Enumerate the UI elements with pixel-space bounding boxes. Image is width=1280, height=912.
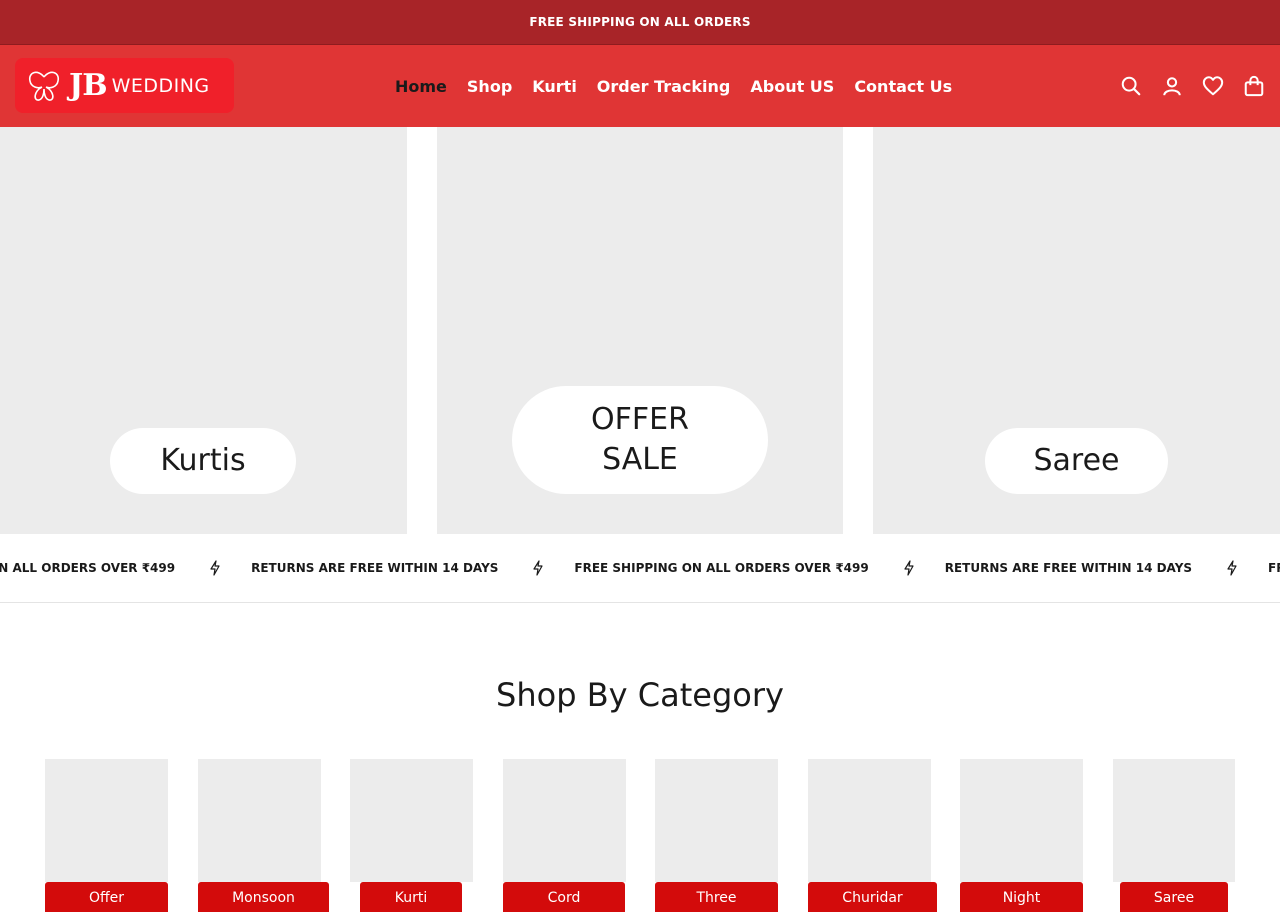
category-label[interactable]: Saree	[1120, 882, 1228, 912]
promo-marquee: NG ON ALL ORDERS OVER ₹499 RETURNS ARE F…	[0, 534, 1280, 603]
search-icon[interactable]	[1119, 74, 1143, 98]
banner-saree-button[interactable]: Saree	[985, 428, 1168, 494]
announcement-bar: FREE SHIPPING ON ALL ORDERS	[0, 0, 1280, 45]
category-label[interactable]: Offer	[45, 882, 168, 912]
banner-saree[interactable]: Saree	[873, 127, 1280, 534]
category-three[interactable]: Three	[655, 759, 778, 912]
category-churidar[interactable]: Churidar	[808, 759, 937, 912]
site-header: JB WEDDING Home Shop Kurti Order Trackin…	[0, 45, 1280, 127]
category-thumbnail[interactable]	[808, 759, 931, 882]
nav-home[interactable]: Home	[395, 77, 447, 96]
category-monsoon[interactable]: Monsoon	[198, 759, 329, 912]
banner-offer-sale-button[interactable]: OFFER SALE	[512, 386, 768, 494]
category-cord[interactable]: Cord	[503, 759, 626, 912]
category-thumbnail[interactable]	[198, 759, 321, 882]
marquee-text: FREE SHIPPING O	[1268, 561, 1280, 575]
category-label[interactable]: Night	[960, 882, 1083, 912]
marquee-text: NG ON ALL ORDERS OVER ₹499	[0, 561, 176, 575]
lightning-icon	[903, 560, 915, 576]
nav-order-tracking[interactable]: Order Tracking	[597, 77, 731, 96]
banner-offer-sale[interactable]: OFFER SALE	[437, 127, 843, 534]
category-thumbnail[interactable]	[350, 759, 473, 882]
marquee-text: RETURNS ARE FREE WITHIN 14 DAYS	[251, 561, 499, 575]
banner-kurtis[interactable]: Kurtis	[0, 127, 407, 534]
bag-icon[interactable]	[1242, 74, 1266, 98]
category-saree[interactable]: Saree	[1113, 759, 1235, 912]
butterfly-logo-icon	[28, 71, 60, 101]
banner-kurtis-button[interactable]: Kurtis	[110, 428, 296, 494]
category-kurti[interactable]: Kurti	[350, 759, 473, 912]
category-label[interactable]: Three	[655, 882, 778, 912]
nav-contact-us[interactable]: Contact Us	[854, 77, 952, 96]
category-list: Offer Monsoon Kurti Cord Three Churidar …	[45, 759, 1235, 912]
category-thumbnail[interactable]	[960, 759, 1083, 882]
header-icons	[1119, 45, 1266, 127]
nav-shop[interactable]: Shop	[467, 77, 512, 96]
section-title: Shop By Category	[496, 676, 784, 714]
category-offer[interactable]: Offer	[45, 759, 168, 912]
main-nav: Home Shop Kurti Order Tracking About US …	[395, 45, 952, 127]
lightning-icon	[1226, 560, 1238, 576]
heart-icon[interactable]	[1201, 74, 1225, 98]
lightning-icon	[532, 560, 544, 576]
logo[interactable]: JB WEDDING	[15, 58, 234, 113]
category-thumbnail[interactable]	[45, 759, 168, 882]
nav-kurti[interactable]: Kurti	[532, 77, 577, 96]
category-thumbnail[interactable]	[503, 759, 626, 882]
category-label[interactable]: Kurti	[360, 882, 462, 912]
marquee-text: RETURNS ARE FREE WITHIN 14 DAYS	[944, 561, 1193, 575]
lightning-icon	[209, 560, 221, 576]
category-night[interactable]: Night	[960, 759, 1083, 912]
user-icon[interactable]	[1160, 74, 1184, 98]
category-thumbnail[interactable]	[1113, 759, 1235, 882]
logo-wedding: WEDDING	[111, 74, 210, 97]
category-thumbnail[interactable]	[655, 759, 778, 882]
marquee-text: FREE SHIPPING ON ALL ORDERS OVER ₹499	[574, 561, 869, 575]
category-label[interactable]: Churidar	[808, 882, 937, 912]
logo-jb: JB	[69, 68, 108, 103]
category-label[interactable]: Cord	[503, 882, 625, 912]
nav-about-us[interactable]: About US	[750, 77, 834, 96]
announcement-text: FREE SHIPPING ON ALL ORDERS	[529, 15, 751, 29]
category-label[interactable]: Monsoon	[198, 882, 329, 912]
